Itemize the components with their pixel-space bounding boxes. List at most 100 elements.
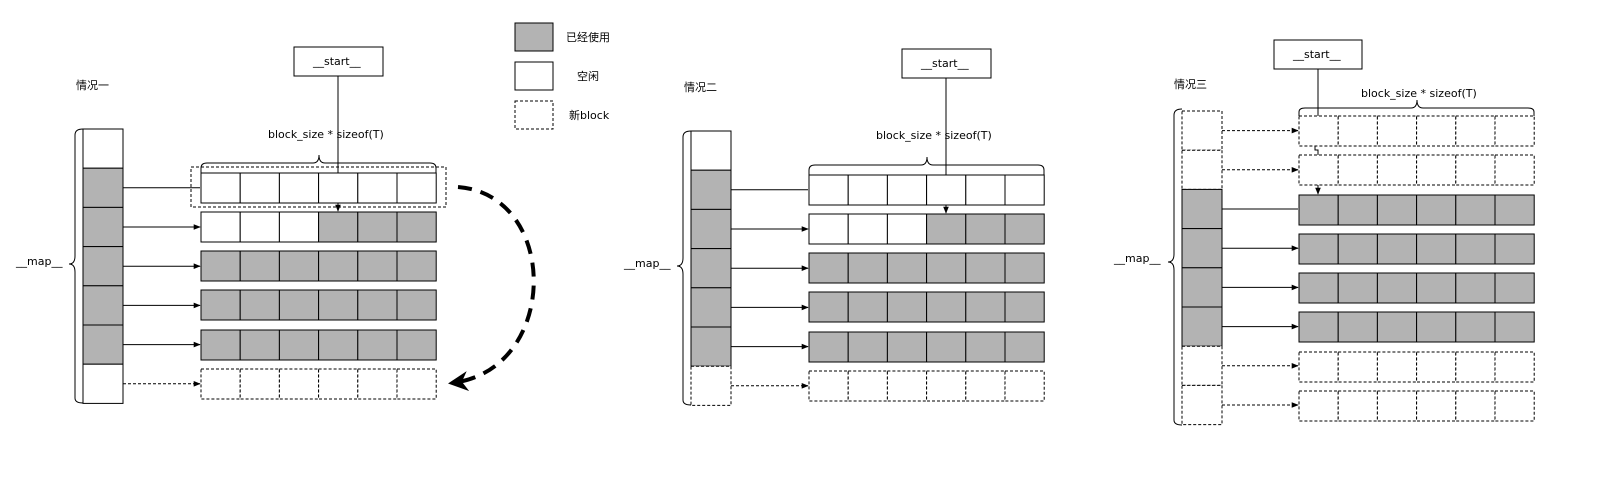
scenario-3-map-cell: [1181, 345, 1223, 386]
scenario-1-block-cell: [396, 172, 437, 204]
scenario-1-block-cell: [278, 250, 320, 282]
scenario-1-block-cell: [357, 289, 398, 321]
scenario-2-block-cell: [847, 252, 888, 284]
generated-cells: [82, 110, 1535, 426]
legend-used-label: 已经使用: [566, 31, 610, 44]
scenario-1-block-cell: [396, 211, 437, 243]
scenario-3-block-cell: [1416, 272, 1457, 304]
scenario-1-block-cell: [278, 368, 320, 400]
scenario-1-brace-label: block_size * sizeof(T): [268, 128, 384, 141]
scenario-2-block-cell: [886, 291, 928, 323]
scenario-3-title: 情况三: [1174, 78, 1207, 91]
scenario-3-block-cell: [1337, 233, 1378, 265]
scenario-1-block-cell: [239, 211, 280, 243]
scenario-1-block-cell: [239, 250, 280, 282]
scenario-2-map-cell: [690, 326, 732, 367]
scenario-1-block-cell: [396, 329, 437, 361]
scenario-2-block-cell: [808, 213, 849, 245]
scenario-3-block-cell: [1337, 194, 1378, 226]
scenario-3-block-cell: [1494, 351, 1535, 383]
scenario-1-block-cell: [357, 329, 398, 361]
scenario-2-map-cell: [690, 169, 732, 210]
scenario-3-block-cell: [1376, 272, 1418, 304]
scenario-1-map-cell: [82, 246, 124, 287]
legend-new-block-swatch: [514, 100, 554, 130]
scenario-1-title: 情况一: [76, 79, 109, 92]
scenario-2-block-cell: [808, 174, 849, 206]
scenario-1-block-cell: [318, 250, 359, 282]
scenario-3-map-cell: [1181, 188, 1223, 230]
scenario-3-map-brace: [1167, 108, 1183, 426]
scenario-3-block-cell: [1494, 311, 1535, 343]
scenario-2-start-label: __start__: [920, 57, 969, 70]
scenario-2-title: 情况二: [684, 81, 717, 94]
scenario-3-block-cell: [1416, 311, 1457, 343]
scenario-3-map-cell: [1181, 110, 1223, 151]
scenario-3-block-cell: [1337, 154, 1378, 186]
scenario-1-block-cell: [200, 250, 241, 282]
scenario-1-block-cell: [200, 172, 241, 204]
scenario-1-block-cell: [396, 250, 437, 282]
scenario-2-block-cell: [847, 291, 888, 323]
scenario-2-block-cell: [1004, 331, 1045, 363]
scenario-2-block-cell: [926, 331, 967, 363]
scenario-1-map-cell: [82, 128, 124, 169]
scenario-3-start-label: __start__: [1292, 48, 1341, 61]
scenario-3-block-cell: [1298, 311, 1339, 343]
scenario-2-map-cell: [690, 208, 732, 250]
scenario-1-realloc-arrow: [448, 185, 536, 391]
legend-free-swatch: [514, 61, 554, 91]
scenario-3-block-cell: [1494, 233, 1535, 265]
scenario-3-block-cell: [1455, 351, 1496, 383]
scenario-1-block-cell: [278, 211, 320, 243]
scenario-2-block-cell: [886, 213, 928, 245]
scenario-1-block-cell: [396, 368, 437, 400]
scenario-1-block-cell: [278, 289, 320, 321]
scenario-2-block-cell: [847, 174, 888, 206]
scenario-2-block-cell: [926, 252, 967, 284]
scenario-3-block-cell: [1416, 233, 1457, 265]
scenario-1-block-cell: [239, 329, 280, 361]
scenario-1-block-cell: [357, 211, 398, 243]
scenario-3-block-cell: [1337, 272, 1378, 304]
scenario-2-block-brace: [808, 156, 1045, 175]
scenario-3-block-cell: [1337, 115, 1378, 147]
scenario-3-block-cell: [1455, 390, 1496, 422]
scenario-3-block-cell: [1298, 154, 1339, 186]
scenario-1-block-cell: [357, 250, 398, 282]
scenario-1-block-cell: [200, 289, 241, 321]
scenario-2-block-cell: [808, 331, 849, 363]
scenario-3-block-cell: [1455, 272, 1496, 304]
scenario-3-block-cell: [1494, 115, 1535, 147]
scenario-3-map-cell: [1181, 149, 1223, 190]
scenario-3-block-cell: [1455, 154, 1496, 186]
scenario-2-block-cell: [847, 370, 888, 402]
scenario-3-map-label: __map__: [1113, 252, 1161, 265]
scenario-3-block-cell: [1494, 272, 1535, 304]
scenario-1-block-brace: [200, 154, 437, 173]
scenario-3-block-cell: [1494, 194, 1535, 226]
scenario-1-block-cell: [318, 211, 359, 243]
scenario-1-block-cell: [357, 172, 398, 204]
scenario-2-map-cell: [690, 287, 732, 328]
scenario-2-block-cell: [808, 370, 849, 402]
scenario-1-block-cell: [318, 329, 359, 361]
scenario-3-block-cell: [1494, 390, 1535, 422]
scenario-3-block-cell: [1376, 351, 1418, 383]
scenario-2-block-cell: [847, 331, 888, 363]
scenario-3-block-cell: [1416, 194, 1457, 226]
legend-used-swatch: [514, 22, 554, 52]
scenario-3-block-cell: [1416, 115, 1457, 147]
scenario-3-block-cell: [1298, 351, 1339, 383]
scenario-3-block-cell: [1416, 351, 1457, 383]
legend-free-label: 空闲: [577, 69, 599, 83]
scenario-2-map-label: __map__: [623, 257, 671, 270]
scenario-1-map-cell: [82, 363, 124, 404]
legend-new-block-label: 新block: [569, 108, 610, 122]
scenario-1-block-cell: [278, 172, 320, 204]
scenario-3-block-cell: [1455, 233, 1496, 265]
scenario-2-map-cell: [690, 248, 732, 289]
scenario-2-block-cell: [886, 331, 928, 363]
scenario-2-block-cell: [926, 213, 967, 245]
scenario-1-start-label: __start__: [312, 55, 361, 68]
